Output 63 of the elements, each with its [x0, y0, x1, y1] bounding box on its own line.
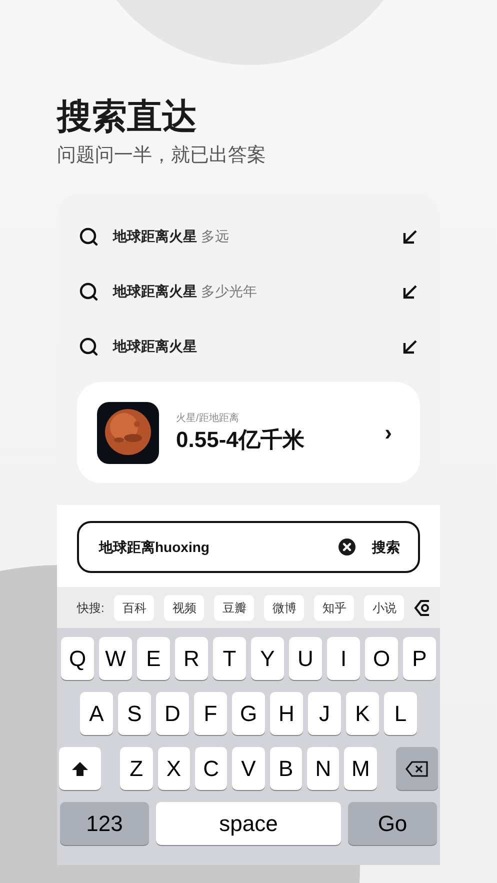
- quick-search-chip[interactable]: 知乎: [314, 594, 354, 620]
- shift-arrow-icon: [71, 760, 90, 776]
- letter-key[interactable]: O: [365, 637, 398, 680]
- quick-search-chip[interactable]: 豆瓣: [214, 594, 254, 620]
- suggestion-text: 地球距离火星 多少光年: [113, 282, 258, 301]
- letter-key[interactable]: P: [403, 637, 436, 680]
- clear-icon[interactable]: [338, 538, 356, 556]
- arrow-down-left-icon[interactable]: [402, 338, 418, 354]
- suggestion-item[interactable]: 地球距离火星: [57, 319, 440, 374]
- letter-key[interactable]: S: [118, 692, 151, 735]
- letter-key[interactable]: F: [194, 692, 227, 735]
- answer-category: 火星/距地距离: [176, 412, 240, 426]
- quick-search-chip[interactable]: 微博: [264, 594, 304, 620]
- backspace-icon: [404, 760, 429, 778]
- letter-key[interactable]: X: [158, 747, 190, 790]
- search-input-text: 地球距离huoxing: [99, 538, 210, 557]
- suggestion-item[interactable]: 地球距离火星 多远: [57, 209, 440, 264]
- letter-key[interactable]: K: [346, 692, 379, 735]
- answer-value: 0.55-4亿千米: [176, 426, 306, 454]
- letter-key[interactable]: W: [99, 637, 132, 680]
- quick-search-chip[interactable]: 视频: [164, 594, 204, 620]
- letter-key[interactable]: I: [327, 637, 360, 680]
- tag-icon[interactable]: [414, 598, 430, 616]
- go-key[interactable]: Go: [348, 802, 437, 845]
- search-icon: [79, 336, 99, 356]
- letter-key[interactable]: D: [156, 692, 189, 735]
- page-subtitle: 问题问一半，就已出答案: [57, 144, 267, 168]
- shift-key[interactable]: [59, 747, 102, 790]
- page-title: 搜索直达: [57, 96, 198, 138]
- letter-key[interactable]: L: [384, 692, 417, 735]
- search-field[interactable]: 地球距离huoxing 搜索: [77, 521, 420, 573]
- letter-key[interactable]: H: [270, 692, 303, 735]
- letter-key[interactable]: G: [232, 692, 265, 735]
- letter-key[interactable]: R: [175, 637, 208, 680]
- backspace-key[interactable]: [396, 747, 438, 790]
- quick-search-chip[interactable]: 百科: [114, 594, 154, 620]
- letter-key[interactable]: B: [270, 747, 302, 790]
- letter-key[interactable]: Z: [120, 747, 153, 790]
- arrow-down-left-icon[interactable]: [402, 284, 418, 300]
- quick-search-chip[interactable]: 小说: [364, 594, 404, 620]
- letter-key[interactable]: N: [307, 747, 340, 790]
- letter-key[interactable]: U: [289, 637, 322, 680]
- search-icon: [79, 282, 99, 302]
- letter-key[interactable]: Y: [251, 637, 284, 680]
- suggestion-text: 地球距离火星 多远: [113, 227, 230, 246]
- suggestion-item[interactable]: 地球距离火星 多少光年: [57, 264, 440, 319]
- arrow-down-left-icon[interactable]: [402, 228, 418, 244]
- suggestion-text: 地球距离火星: [113, 337, 198, 356]
- chevron-icon: ›: [384, 416, 392, 449]
- answer-card[interactable]: 火星/距地距离 0.55-4亿千米 ›: [77, 382, 420, 483]
- letter-key[interactable]: E: [137, 637, 170, 680]
- space-key[interactable]: space: [156, 802, 341, 845]
- letter-key[interactable]: A: [80, 692, 113, 735]
- quick-search-label: 快搜:: [77, 600, 104, 616]
- letter-key[interactable]: Q: [61, 637, 94, 680]
- letter-key[interactable]: M: [344, 747, 377, 790]
- number-key[interactable]: 123: [60, 802, 149, 845]
- search-button[interactable]: 搜索: [372, 536, 400, 558]
- letter-key[interactable]: V: [232, 747, 265, 790]
- search-icon: [79, 226, 99, 246]
- letter-key[interactable]: T: [213, 637, 246, 680]
- letter-key[interactable]: J: [308, 692, 341, 735]
- letter-key[interactable]: C: [194, 747, 228, 790]
